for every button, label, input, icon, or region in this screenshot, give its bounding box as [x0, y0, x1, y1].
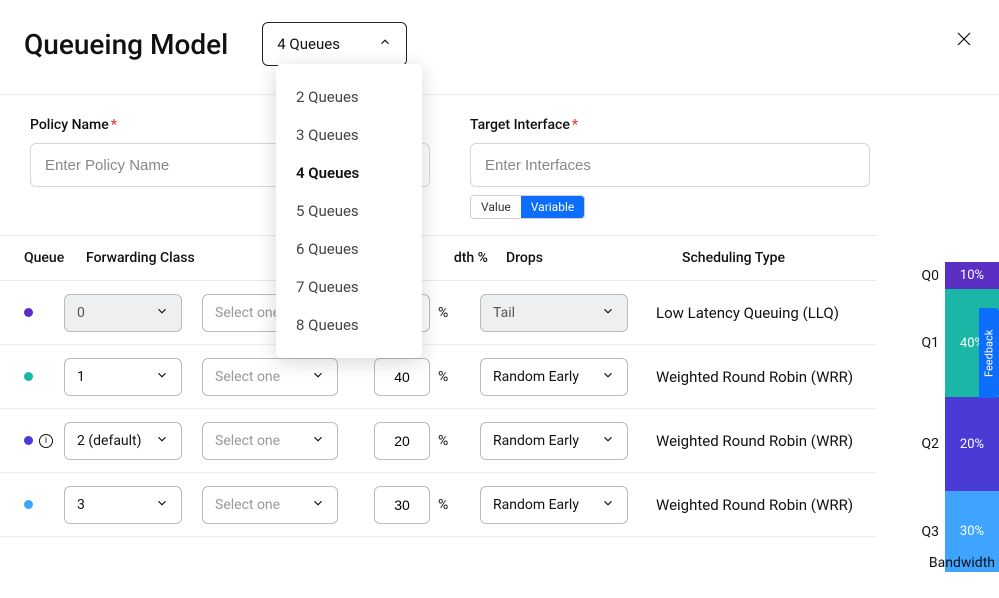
bandwidth-chart-label: Bandwidth	[929, 555, 995, 571]
bandwidth-input[interactable]	[374, 358, 430, 396]
chart-bar: 10%	[945, 262, 999, 289]
queues-dropdown-panel: 2 Queues3 Queues4 Queues5 Queues6 Queues…	[276, 64, 422, 358]
queues-select[interactable]: 4 Queues	[262, 22, 407, 66]
chevron-down-icon	[601, 304, 615, 322]
value-variable-toggle: Value Variable	[470, 195, 585, 219]
forwarding-class-select[interactable]: Select one	[202, 358, 338, 396]
target-interface-input[interactable]	[470, 143, 870, 187]
target-interface-label: Target Interface*	[470, 117, 870, 133]
queue-number-select[interactable]: 1	[64, 358, 182, 396]
queue-color-dot	[24, 372, 33, 381]
scheduling-type-text: Weighted Round Robin (WRR)	[650, 368, 876, 386]
required-asterisk: *	[572, 117, 578, 133]
chevron-down-icon	[155, 496, 169, 514]
chevron-down-icon	[155, 304, 169, 322]
scheduling-type-text: Weighted Round Robin (WRR)	[650, 432, 876, 450]
drops-select[interactable]: Random Early	[480, 486, 628, 524]
chart-bar-label: Q2	[913, 436, 945, 452]
queues-select-value: 4 Queues	[277, 35, 340, 53]
required-asterisk: *	[111, 117, 117, 133]
queues-option[interactable]: 8 Queues	[276, 306, 422, 344]
chevron-down-icon	[155, 432, 169, 450]
drops-select[interactable]: Random Early	[480, 358, 628, 396]
queues-option[interactable]: 4 Queues	[276, 154, 422, 192]
scheduling-type-text: Weighted Round Robin (WRR)	[650, 496, 876, 514]
bandwidth-unit: %	[438, 497, 448, 513]
bandwidth-unit: %	[438, 305, 448, 321]
queue-number-select[interactable]: 3	[64, 486, 182, 524]
toggle-value[interactable]: Value	[471, 196, 521, 218]
chevron-down-icon	[601, 496, 615, 514]
col-drops: Drops	[506, 250, 676, 266]
bandwidth-input[interactable]	[374, 422, 430, 460]
drops-select[interactable]: Random Early	[480, 422, 628, 460]
bandwidth-input[interactable]	[374, 486, 430, 524]
info-icon[interactable]: i	[39, 434, 53, 448]
queues-option[interactable]: 3 Queues	[276, 116, 422, 154]
chevron-down-icon	[601, 368, 615, 386]
forwarding-class-select[interactable]: Select one	[202, 486, 338, 524]
close-icon[interactable]	[955, 30, 973, 52]
col-queue: Queue	[0, 250, 60, 266]
scheduling-type-text: Low Latency Queuing (LLQ)	[650, 304, 876, 322]
forwarding-class-select[interactable]: Select one	[202, 422, 338, 460]
queues-option[interactable]: 7 Queues	[276, 268, 422, 306]
table-row: i 2 (default) Select one% Random Early Weigh…	[0, 409, 876, 473]
bandwidth-unit: %	[438, 369, 448, 385]
queue-number-select: 0	[64, 294, 182, 332]
chevron-up-icon	[378, 35, 392, 53]
chart-bar: 20%	[945, 397, 999, 491]
queue-color-dot	[24, 500, 33, 509]
chart-bar-label: Q3	[913, 524, 945, 540]
queue-color-dot	[24, 308, 33, 317]
feedback-tab[interactable]: Feedback	[979, 308, 999, 398]
queue-number-select[interactable]: 2 (default)	[64, 422, 182, 460]
queues-option[interactable]: 2 Queues	[276, 78, 422, 116]
chart-bar-label: Q0	[913, 268, 945, 284]
queues-option[interactable]: 6 Queues	[276, 230, 422, 268]
col-scheduling: Scheduling Type	[676, 250, 876, 266]
chevron-down-icon	[311, 496, 325, 514]
chevron-down-icon	[311, 432, 325, 450]
chevron-down-icon	[311, 368, 325, 386]
chevron-down-icon	[601, 432, 615, 450]
toggle-variable[interactable]: Variable	[521, 196, 584, 218]
drops-select: Tail	[480, 294, 628, 332]
table-row: 0Select one%TailLow Latency Queuing (LLQ…	[0, 281, 876, 345]
table-header: Queue Forwarding Class dth % Drops Sched…	[0, 235, 876, 281]
page-title: Queueing Model	[24, 28, 228, 61]
table-row: 1 Select one% Random Early Weighted Round R…	[0, 345, 876, 409]
chevron-down-icon	[155, 368, 169, 386]
queue-color-dot	[24, 436, 33, 445]
chart-bar-label: Q1	[913, 335, 945, 351]
queues-option[interactable]: 5 Queues	[276, 192, 422, 230]
table-row: 3 Select one% Random Early Weighted Round R…	[0, 473, 876, 537]
bandwidth-unit: %	[438, 433, 448, 449]
